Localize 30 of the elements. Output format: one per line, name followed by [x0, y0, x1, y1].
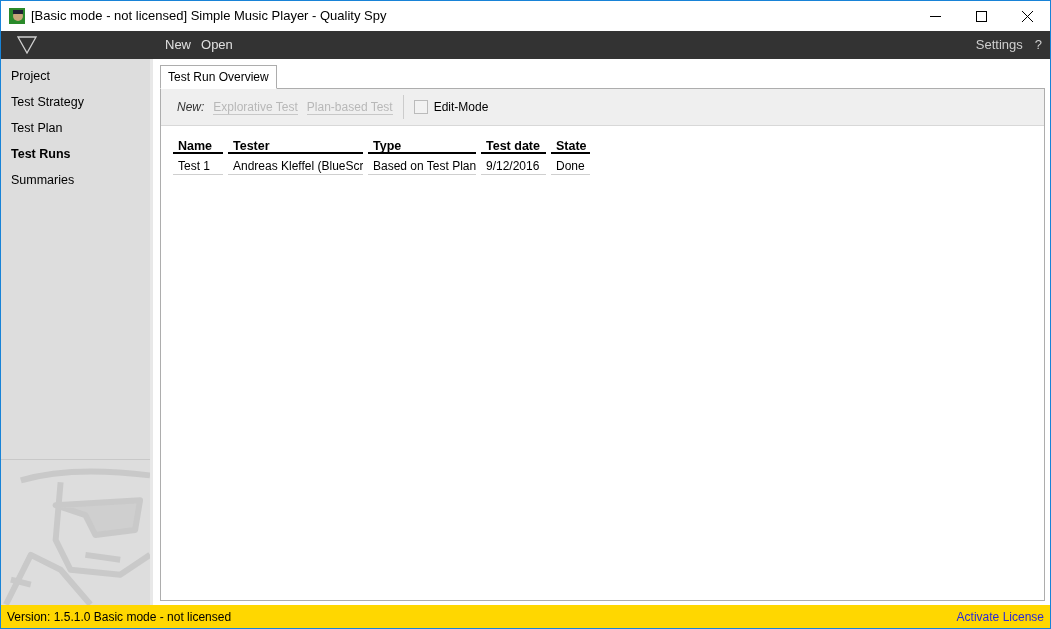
window-title: [Basic mode - not licensed] Simple Music Player - Quality Spy — [31, 7, 387, 26]
sidebar-item[interactable]: Summaries — [1, 167, 150, 193]
table-cell: Done — [551, 157, 590, 175]
edit-mode-label[interactable]: Edit-Mode — [433, 98, 489, 116]
column-header[interactable]: Test date — [481, 137, 546, 154]
sidebar-item[interactable]: Test Plan — [1, 115, 150, 141]
column-header[interactable]: Name — [173, 137, 223, 154]
table-cell: Andreas Kleffel (BlueScr — [228, 157, 363, 175]
table-cell: Test 1 — [173, 157, 223, 175]
table-cell: 9/12/2016 — [481, 157, 546, 175]
column-header[interactable]: Tester — [228, 137, 363, 154]
menu-item[interactable]: ? — [1034, 35, 1042, 55]
maximize-icon — [975, 10, 987, 22]
menu-item[interactable]: New — [165, 35, 191, 55]
close-icon — [1021, 10, 1033, 22]
menu-item[interactable]: Open — [201, 35, 233, 55]
status-text: Version: 1.5.1.0 Basic mode - not licensed — [7, 608, 232, 626]
column-header[interactable]: State — [551, 137, 590, 154]
table-cell: Based on Test Plan — [368, 157, 476, 175]
new-label: New: — [177, 99, 205, 116]
tab[interactable]: Test Run Overview — [160, 65, 277, 89]
menu-item[interactable]: Settings — [975, 35, 1023, 55]
sidebar-item[interactable]: Project — [1, 63, 150, 89]
menu-triangle-icon[interactable] — [17, 36, 37, 54]
activate-license-link[interactable]: Activate License — [956, 607, 1044, 626]
column-header[interactable]: Type — [368, 137, 476, 154]
edit-mode-checkbox[interactable] — [413, 100, 428, 114]
app-icon — [9, 8, 25, 24]
sidebar-item[interactable]: Test Strategy — [1, 89, 150, 115]
sidebar-item[interactable]: Test Runs — [1, 141, 150, 167]
